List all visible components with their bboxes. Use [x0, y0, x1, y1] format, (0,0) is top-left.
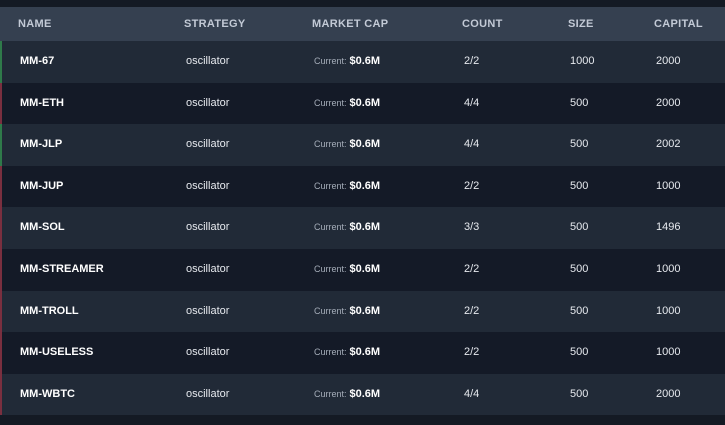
bottom-strip: [0, 415, 725, 425]
market-cap-value: $0.6M: [349, 387, 381, 400]
row-size: 500: [570, 96, 589, 109]
row-count: 4/4: [464, 96, 480, 109]
market-cap-value: $0.6M: [349, 346, 381, 359]
market-cap-prefix: Current:: [314, 347, 347, 358]
table-row[interactable]: MM-SOL oscillator Current: $0.6M 3/3 500 …: [0, 207, 725, 249]
row-name: MM-TROLL: [20, 304, 79, 317]
row-name: MM-USELESS: [20, 346, 94, 359]
table-row[interactable]: MM-USELESS oscillator Current: $0.6M 2/2 …: [0, 332, 725, 374]
market-cap-prefix: Current:: [314, 97, 347, 108]
column-header-strategy[interactable]: STRATEGY: [184, 7, 245, 41]
row-capital: 1000: [656, 304, 681, 317]
top-strip: [0, 0, 725, 7]
column-header-size[interactable]: SIZE: [568, 7, 594, 41]
market-maker-table: NAME STRATEGY MARKET CAP COUNT SIZE CAPI…: [0, 0, 725, 425]
row-capital: 2002: [656, 138, 681, 151]
row-count: 2/2: [464, 55, 480, 67]
market-cap-value: $0.6M: [349, 262, 381, 275]
row-capital: 1496: [656, 221, 681, 234]
market-cap-prefix: Current:: [314, 305, 347, 316]
row-size: 1000: [570, 55, 595, 67]
column-header-capital[interactable]: CAPITAL: [654, 7, 703, 41]
row-size: 500: [570, 262, 589, 275]
row-count: 2/2: [464, 346, 480, 359]
table-row[interactable]: MM-STREAMER oscillator Current: $0.6M 2/2…: [0, 248, 725, 291]
table-row[interactable]: MM-67 oscillator Current: $0.6M 2/2 1000 …: [0, 41, 725, 83]
table-row[interactable]: MM-WBTC oscillator Current: $0.6M 4/4 500…: [0, 373, 725, 416]
row-strategy: oscillator: [186, 55, 230, 67]
row-count: 2/2: [464, 262, 480, 275]
row-market-cap: Current: $0.6M: [314, 374, 380, 416]
market-cap-value: $0.6M: [349, 138, 381, 151]
row-name: MM-JUP: [20, 179, 64, 192]
row-count: 2/2: [464, 179, 480, 192]
row-strategy: oscillator: [186, 262, 230, 275]
row-market-cap: Current: $0.6M: [314, 83, 380, 125]
table-row[interactable]: MM-ETH oscillator Current: $0.6M 4/4 500 …: [0, 82, 725, 125]
row-size: 500: [570, 304, 589, 317]
column-header-count[interactable]: COUNT: [462, 7, 503, 41]
row-count: 4/4: [464, 387, 480, 400]
row-market-cap: Current: $0.6M: [314, 124, 380, 166]
row-size: 500: [570, 138, 589, 151]
market-cap-value: $0.6M: [349, 179, 381, 192]
table-row[interactable]: MM-JLP oscillator Current: $0.6M 4/4 500 …: [0, 124, 725, 166]
row-market-cap: Current: $0.6M: [314, 249, 380, 291]
row-market-cap: Current: $0.6M: [314, 332, 380, 374]
row-size: 500: [570, 179, 589, 192]
row-strategy: oscillator: [186, 138, 230, 151]
row-size: 500: [570, 346, 589, 359]
row-name: MM-WBTC: [20, 387, 75, 400]
row-size: 500: [570, 387, 589, 400]
market-cap-value: $0.6M: [349, 221, 381, 234]
row-count: 4/4: [464, 138, 480, 151]
table-row[interactable]: MM-JUP oscillator Current: $0.6M 2/2 500 …: [0, 165, 725, 208]
market-cap-value: $0.6M: [349, 55, 381, 67]
market-cap-prefix: Current:: [314, 263, 347, 274]
row-capital: 1000: [656, 179, 681, 192]
row-strategy: oscillator: [186, 221, 230, 234]
market-cap-prefix: Current:: [314, 56, 347, 66]
row-size: 500: [570, 221, 589, 234]
row-name: MM-STREAMER: [20, 262, 104, 275]
row-capital: 2000: [656, 55, 681, 67]
row-count: 3/3: [464, 221, 480, 234]
market-cap-value: $0.6M: [349, 304, 381, 317]
table-row[interactable]: MM-TROLL oscillator Current: $0.6M 2/2 50…: [0, 290, 725, 333]
row-market-cap: Current: $0.6M: [314, 41, 380, 83]
row-name: MM-SOL: [20, 221, 65, 234]
row-capital: 1000: [656, 262, 681, 275]
row-strategy: oscillator: [186, 96, 230, 109]
row-count: 2/2: [464, 304, 480, 317]
column-header-name[interactable]: NAME: [18, 7, 52, 41]
row-strategy: oscillator: [186, 387, 230, 400]
row-market-cap: Current: $0.6M: [314, 291, 380, 333]
market-cap-prefix: Current:: [314, 139, 347, 150]
row-market-cap: Current: $0.6M: [314, 207, 380, 249]
row-name: MM-ETH: [20, 96, 64, 109]
market-cap-prefix: Current:: [314, 222, 347, 233]
market-cap-value: $0.6M: [349, 96, 381, 109]
row-name: MM-67: [20, 55, 55, 67]
table-body: MM-67 oscillator Current: $0.6M 2/2 1000 …: [0, 41, 725, 416]
row-market-cap: Current: $0.6M: [314, 166, 380, 208]
row-capital: 2000: [656, 387, 681, 400]
row-name: MM-JLP: [20, 138, 63, 151]
row-strategy: oscillator: [186, 346, 230, 359]
row-capital: 1000: [656, 346, 681, 359]
row-strategy: oscillator: [186, 179, 230, 192]
row-strategy: oscillator: [186, 304, 230, 317]
market-cap-prefix: Current:: [314, 180, 347, 191]
market-cap-prefix: Current:: [314, 388, 347, 399]
column-header-market-cap[interactable]: MARKET CAP: [312, 7, 388, 41]
table-header: NAME STRATEGY MARKET CAP COUNT SIZE CAPI…: [0, 7, 725, 41]
row-capital: 2000: [656, 96, 681, 109]
